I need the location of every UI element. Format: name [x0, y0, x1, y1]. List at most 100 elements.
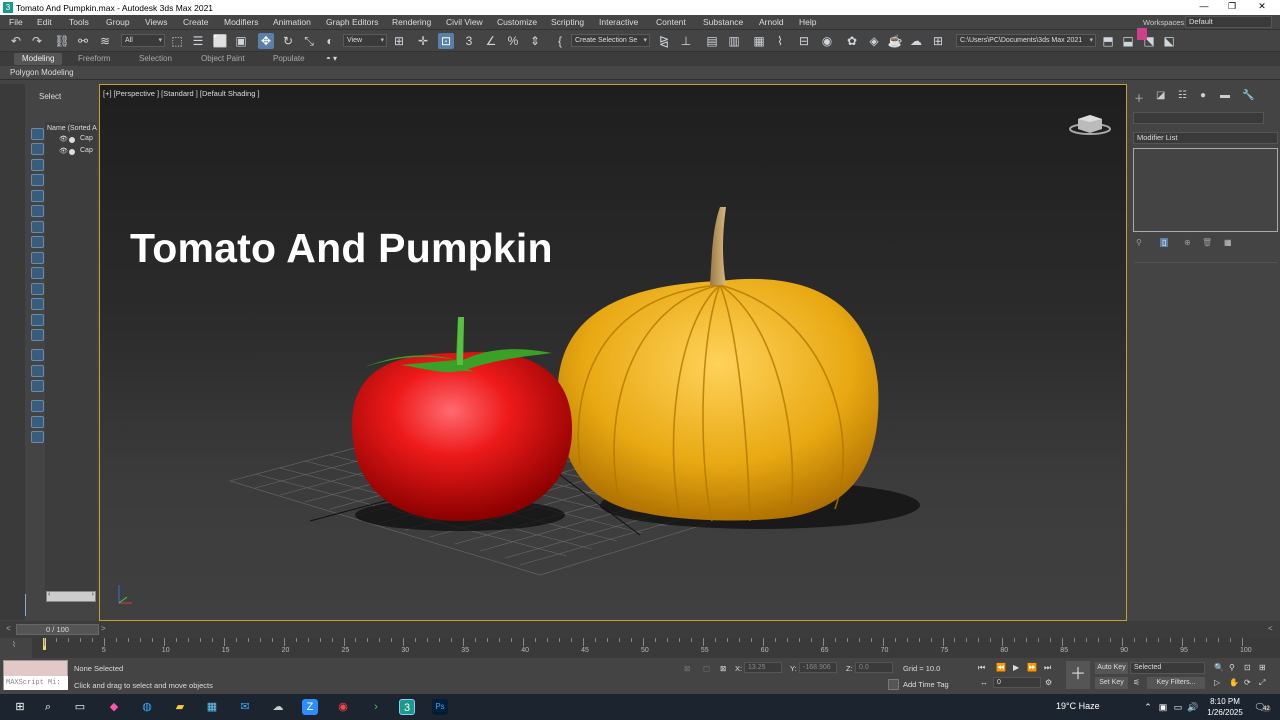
remove-modifier-icon[interactable]: 🗑 [1202, 238, 1212, 247]
edge-icon[interactable]: ◍ [139, 699, 155, 715]
3ds-max-taskbar-icon[interactable]: 3 [399, 699, 415, 715]
select-place-icon[interactable]: ◐ [322, 33, 338, 49]
maxscript-listener[interactable]: MAXScript Mi: [3, 660, 68, 690]
align-icon[interactable]: ⊥ [678, 33, 694, 49]
zoom-extents-icon[interactable]: ⊡ [1244, 663, 1251, 672]
network-icon[interactable]: ▭ [1170, 699, 1186, 715]
key-filters-button[interactable]: Key Filters... [1147, 677, 1205, 689]
zoom-icon[interactable]: 🔍 [1214, 663, 1224, 672]
tray-chevron-icon[interactable]: ⌃ [1140, 699, 1156, 715]
selection-filter-dropdown[interactable]: All [121, 34, 165, 47]
menu-arnold[interactable]: Arnold [759, 17, 784, 27]
menu-scripting[interactable]: Scripting [551, 17, 584, 27]
key-set-dropdown[interactable]: Selected [1130, 662, 1205, 674]
start-icon[interactable]: ⊞ [12, 699, 28, 715]
display-containers-icon[interactable] [31, 298, 44, 310]
curve-editor-icon[interactable]: ⌇ [772, 33, 788, 49]
polygon-modeling-label[interactable]: Polygon Modeling [10, 68, 74, 77]
pin-stack-icon[interactable]: ⚲ [1136, 238, 1142, 247]
display-bones-icon[interactable] [31, 282, 44, 295]
angle-snap-icon[interactable]: ∠ [483, 33, 499, 49]
menu-rendering[interactable]: Rendering [392, 17, 431, 27]
object-name-field[interactable] [1133, 112, 1264, 124]
current-frame-field[interactable]: 0 [993, 677, 1041, 688]
field-of-view-icon[interactable]: ▷ [1214, 678, 1220, 687]
make-unique-icon[interactable]: ⊕ [1184, 238, 1191, 247]
menu-customize[interactable]: Customize [497, 17, 537, 27]
modifier-stack[interactable] [1133, 148, 1278, 232]
display-helpers-icon[interactable] [31, 220, 44, 233]
display-xrefs-icon[interactable] [31, 267, 44, 279]
ribbon-tab-modeling[interactable]: Modeling [14, 53, 63, 65]
percent-snap-icon[interactable]: % [505, 33, 521, 49]
configure-modifier-sets-icon[interactable]: ▦ [1224, 238, 1232, 247]
object-color-swatch[interactable] [1137, 28, 1147, 40]
display-spacewarps-icon[interactable] [31, 236, 44, 248]
add-time-tag-button[interactable]: Add Time Tag [903, 680, 949, 689]
ribbon-tab-object-paint[interactable]: Object Paint [201, 54, 245, 63]
modify-tab-icon[interactable]: ◪ [1156, 90, 1165, 101]
time-tag-icon[interactable] [888, 679, 899, 690]
file-explorer-icon[interactable]: ▰ [172, 699, 188, 715]
menu-create[interactable]: Create [183, 17, 209, 27]
spinner-snap-icon[interactable]: ⇕ [527, 33, 543, 49]
list-item[interactable]: 👁 Cap [45, 147, 97, 159]
display-all-icon[interactable] [31, 143, 44, 155]
name-column-header[interactable]: Name (Sorted A [45, 122, 97, 135]
curve-editor-toggle-icon[interactable]: ⌇ [0, 638, 32, 658]
display-geometry-icon[interactable] [31, 158, 44, 171]
menu-interactive[interactable]: Interactive [599, 17, 638, 27]
find-icon[interactable] [31, 431, 44, 443]
tray-app-icon[interactable]: ▣ [1155, 699, 1171, 715]
display-shapes-icon[interactable] [31, 205, 44, 217]
select-object-icon[interactable]: ⬚ [169, 33, 185, 49]
set-key-button[interactable]: Set Key [1095, 677, 1128, 689]
isolate-icon[interactable]: ⊠ [684, 664, 690, 673]
ribbon-tab-selection[interactable]: Selection [139, 54, 172, 63]
show-end-result-icon[interactable]: ▯ [1160, 238, 1169, 247]
maxscript-mini-input[interactable]: MAXScript Mi: [4, 676, 68, 690]
menu-modifiers[interactable]: Modifiers [224, 17, 258, 27]
window-crossing-icon[interactable]: ▣ [233, 33, 249, 49]
render-production-icon[interactable]: ☕ [887, 33, 903, 49]
reference-coord-dropdown[interactable]: View [343, 34, 387, 47]
time-prev-icon[interactable]: < [6, 624, 11, 633]
play-icon[interactable]: ▶ [1013, 663, 1019, 672]
time-slider[interactable]: 0 / 100 [16, 624, 99, 635]
scene-explorer-icon[interactable]: ▤ [704, 33, 720, 49]
render-setup-icon[interactable]: ✿ [844, 33, 860, 49]
display-frozen-icon[interactable] [31, 313, 44, 326]
task-view-icon[interactable]: ▭ [72, 699, 88, 715]
toggle-ribbon-icon[interactable]: ▦ [751, 33, 767, 49]
snaps-toggle-icon[interactable]: 3 [461, 33, 477, 49]
go-to-end-icon[interactable]: ⏭ [1044, 663, 1051, 673]
select-rotate-icon[interactable]: ↻ [280, 33, 296, 49]
pivot-center-icon[interactable]: ⊞ [391, 33, 407, 49]
filter-icon[interactable] [31, 400, 44, 412]
zoom-app-icon[interactable]: Z [302, 699, 318, 715]
rendered-frame-icon[interactable]: ◈ [866, 33, 882, 49]
menu-file[interactable]: File [9, 17, 23, 27]
modifier-list-dropdown[interactable]: Modifier List [1133, 132, 1278, 144]
restore-button[interactable]: ❐ [1218, 1, 1246, 12]
menu-help[interactable]: Help [799, 17, 816, 27]
mail-icon[interactable]: ✉ [237, 699, 253, 715]
photoshop-icon[interactable]: Ps [432, 699, 448, 715]
minimize-button[interactable]: — [1190, 1, 1218, 11]
previous-frame-icon[interactable]: ⏪ [996, 663, 1006, 672]
chrome-icon[interactable]: ◉ [335, 699, 351, 715]
time-collapse-icon[interactable]: < [1268, 624, 1273, 633]
ribbon-tab-freeform[interactable]: Freeform [78, 54, 110, 63]
close-button[interactable]: ✕ [1248, 1, 1276, 12]
named-selection-dropdown[interactable]: Create Selection Se [571, 34, 650, 47]
keyboard-shortcut-override-icon[interactable]: ⊡ [438, 33, 454, 49]
render-shortcuts-icon[interactable]: ⊞ [930, 33, 946, 49]
unlink-icon[interactable]: ⚯ [75, 33, 91, 49]
menu-graph-editors[interactable]: Graph Editors [326, 17, 378, 27]
project-path-dropdown[interactable]: C:\Users\PC\Documents\3ds Max 2021 [956, 34, 1096, 47]
utilities-tab-icon[interactable]: 🔧 [1242, 90, 1254, 101]
hierarchy-icon[interactable] [31, 364, 44, 377]
project-folder-icon[interactable]: ⬒ [1100, 33, 1116, 49]
menu-animation[interactable]: Animation [273, 17, 311, 27]
clock[interactable]: 8:10 PM 1/26/2025 [1205, 696, 1245, 718]
